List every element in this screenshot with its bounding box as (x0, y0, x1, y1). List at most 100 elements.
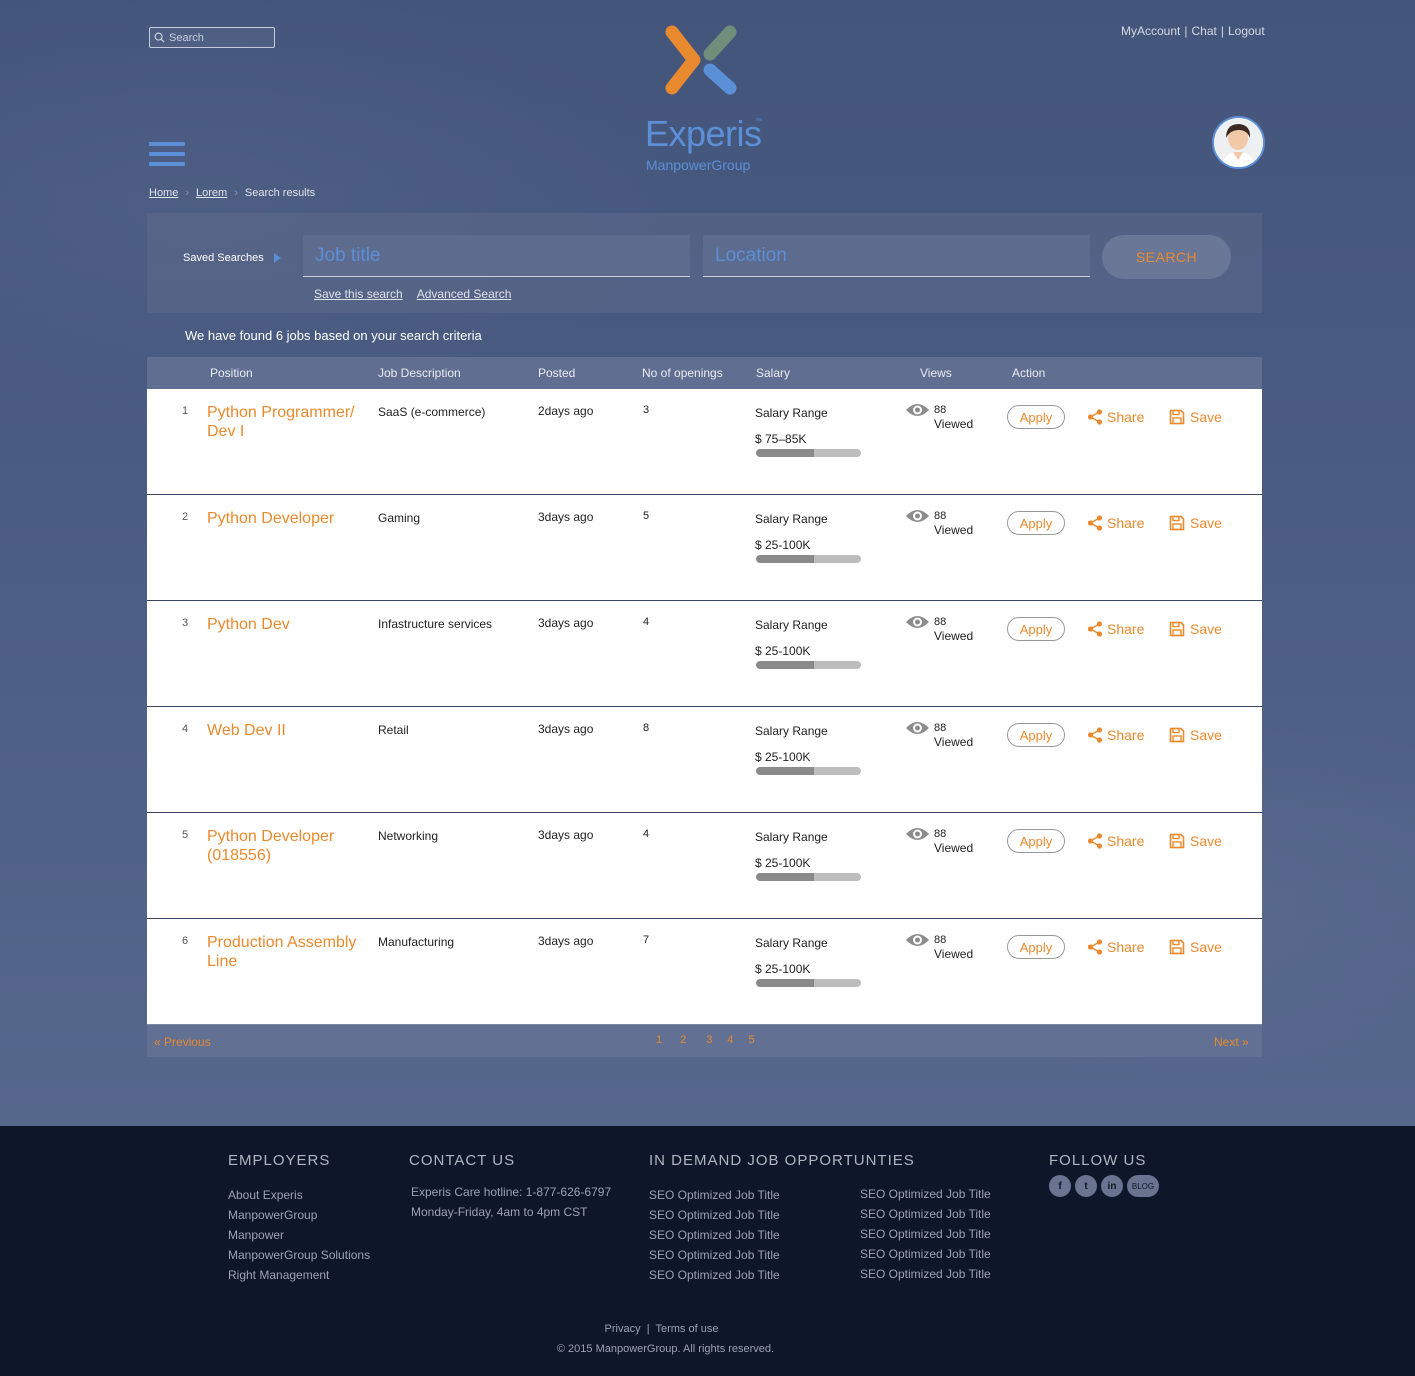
eye-icon (906, 510, 929, 522)
terms-link[interactable]: Terms of use (655, 1323, 718, 1335)
share-icon (1087, 409, 1103, 425)
save-button[interactable]: Save (1169, 621, 1222, 637)
search-button[interactable]: SEARCH (1102, 235, 1231, 279)
twitter-icon[interactable]: t (1075, 1175, 1097, 1197)
chat-link[interactable]: Chat (1191, 24, 1216, 38)
salary-range-bar (756, 767, 861, 775)
job-openings: 3 (643, 404, 650, 416)
location-field[interactable] (703, 235, 1090, 277)
hamburger-menu-icon[interactable] (149, 142, 185, 169)
breadcrumb-lorem[interactable]: Lorem (196, 187, 227, 199)
salary-range-label: Salary Range (755, 936, 828, 950)
apply-button[interactable]: Apply (1007, 723, 1065, 747)
page-5[interactable]: 5 (749, 1034, 755, 1046)
page-4[interactable]: 4 (727, 1034, 733, 1046)
save-button[interactable]: Save (1169, 939, 1222, 955)
job-title-field[interactable] (303, 235, 690, 277)
breadcrumb-home[interactable]: Home (149, 187, 178, 199)
page-2[interactable]: 2 (680, 1034, 686, 1046)
col-job-description[interactable]: Job Description (378, 366, 461, 380)
job-position-link[interactable]: Web Dev II (207, 721, 357, 740)
share-button[interactable]: Share (1087, 515, 1144, 531)
views-count: 88 Viewed (934, 615, 973, 643)
follow-title: FOLLOW US (1049, 1152, 1147, 1169)
search-icon (154, 32, 165, 43)
footer-job-link[interactable]: SEO Optimized Job Title (860, 1204, 991, 1224)
apply-button[interactable]: Apply (1007, 405, 1065, 429)
location-input[interactable] (703, 235, 1090, 276)
apply-button[interactable]: Apply (1007, 511, 1065, 535)
row-number: 3 (182, 617, 189, 629)
footer-job-link[interactable]: SEO Optimized Job Title (860, 1224, 991, 1244)
save-button[interactable]: Save (1169, 727, 1222, 743)
previous-page-button[interactable]: « Previous (154, 1035, 211, 1049)
footer-job-link[interactable]: SEO Optimized Job Title (860, 1244, 991, 1264)
advanced-search-link[interactable]: Advanced Search (417, 287, 512, 301)
salary-range-bar (756, 661, 861, 669)
privacy-link[interactable]: Privacy (605, 1323, 641, 1335)
next-page-button[interactable]: Next » (1214, 1035, 1249, 1049)
save-button[interactable]: Save (1169, 833, 1222, 849)
footer-link[interactable]: About Experis (228, 1185, 370, 1205)
share-button[interactable]: Share (1087, 833, 1144, 849)
views-label: Viewed (934, 629, 974, 643)
job-position-link[interactable]: Python Programmer/ Dev I (207, 403, 357, 441)
page-3[interactable]: 3 (706, 1034, 712, 1046)
job-description: Networking (378, 829, 439, 843)
next-label: Next (1214, 1035, 1239, 1049)
top-search-input[interactable] (169, 31, 269, 44)
logout-link[interactable]: Logout (1228, 24, 1265, 38)
col-views[interactable]: Views (920, 366, 952, 380)
footer-link[interactable]: Manpower (228, 1225, 370, 1245)
job-title-input[interactable] (303, 235, 690, 276)
double-chevron-left-icon: « (154, 1035, 161, 1049)
footer-link[interactable]: Right Management (228, 1265, 370, 1285)
apply-button[interactable]: Apply (1007, 829, 1065, 853)
col-openings[interactable]: No of openings (642, 366, 723, 380)
share-label: Share (1107, 727, 1145, 743)
apply-button[interactable]: Apply (1007, 935, 1065, 959)
share-button[interactable]: Share (1087, 409, 1144, 425)
previous-label: Previous (164, 1035, 211, 1049)
share-label: Share (1107, 409, 1145, 425)
share-button[interactable]: Share (1087, 727, 1144, 743)
job-description: Manufacturing (378, 935, 455, 949)
footer-link[interactable]: ManpowerGroup (228, 1205, 370, 1225)
save-button[interactable]: Save (1169, 515, 1222, 531)
account-links: MyAccount | Chat | Logout (1121, 24, 1265, 38)
job-position-link[interactable]: Python Dev (207, 615, 357, 634)
col-position[interactable]: Position (210, 366, 253, 380)
job-position-link[interactable]: Python Developer (018556) (207, 827, 357, 865)
footer-bottom: Privacy | Terms of use © 2015 ManpowerGr… (0, 1323, 1415, 1355)
footer-job-link[interactable]: SEO Optimized Job Title (860, 1184, 991, 1204)
linkedin-icon[interactable]: in (1101, 1175, 1123, 1197)
salary-range-fill (756, 449, 814, 457)
job-openings: 7 (643, 934, 650, 946)
floppy-disk-icon (1169, 939, 1185, 955)
my-account-link[interactable]: MyAccount (1121, 24, 1180, 38)
footer-job-link[interactable]: SEO Optimized Job Title (860, 1264, 991, 1284)
top-search-box[interactable] (149, 27, 275, 48)
facebook-icon[interactable]: f (1049, 1175, 1071, 1197)
job-position-link[interactable]: Python Developer (207, 509, 357, 528)
page-1[interactable]: 1 (656, 1034, 662, 1046)
col-salary[interactable]: Salary (756, 366, 790, 380)
contact-hours: Monday-Friday, 4am to 4pm CST (411, 1205, 588, 1219)
blog-icon[interactable]: BLOG (1127, 1175, 1159, 1197)
footer-link[interactable]: ManpowerGroup Solutions (228, 1245, 370, 1265)
views-label: Viewed (934, 735, 974, 749)
share-icon (1087, 833, 1103, 849)
col-action: Action (1012, 366, 1046, 380)
share-button[interactable]: Share (1087, 621, 1144, 637)
save-button[interactable]: Save (1169, 409, 1222, 425)
col-posted[interactable]: Posted (538, 366, 575, 380)
results-summary: We have found 6 jobs based on your searc… (185, 328, 482, 343)
apply-button[interactable]: Apply (1007, 617, 1065, 641)
job-openings: 4 (643, 828, 650, 840)
share-button[interactable]: Share (1087, 939, 1144, 955)
save-search-link[interactable]: Save this search (314, 287, 403, 301)
saved-searches-toggle[interactable]: Saved Searches (183, 252, 281, 264)
job-position-link[interactable]: Production Assembly Line (207, 933, 357, 971)
floppy-disk-icon (1169, 727, 1185, 743)
user-avatar[interactable] (1212, 116, 1265, 169)
